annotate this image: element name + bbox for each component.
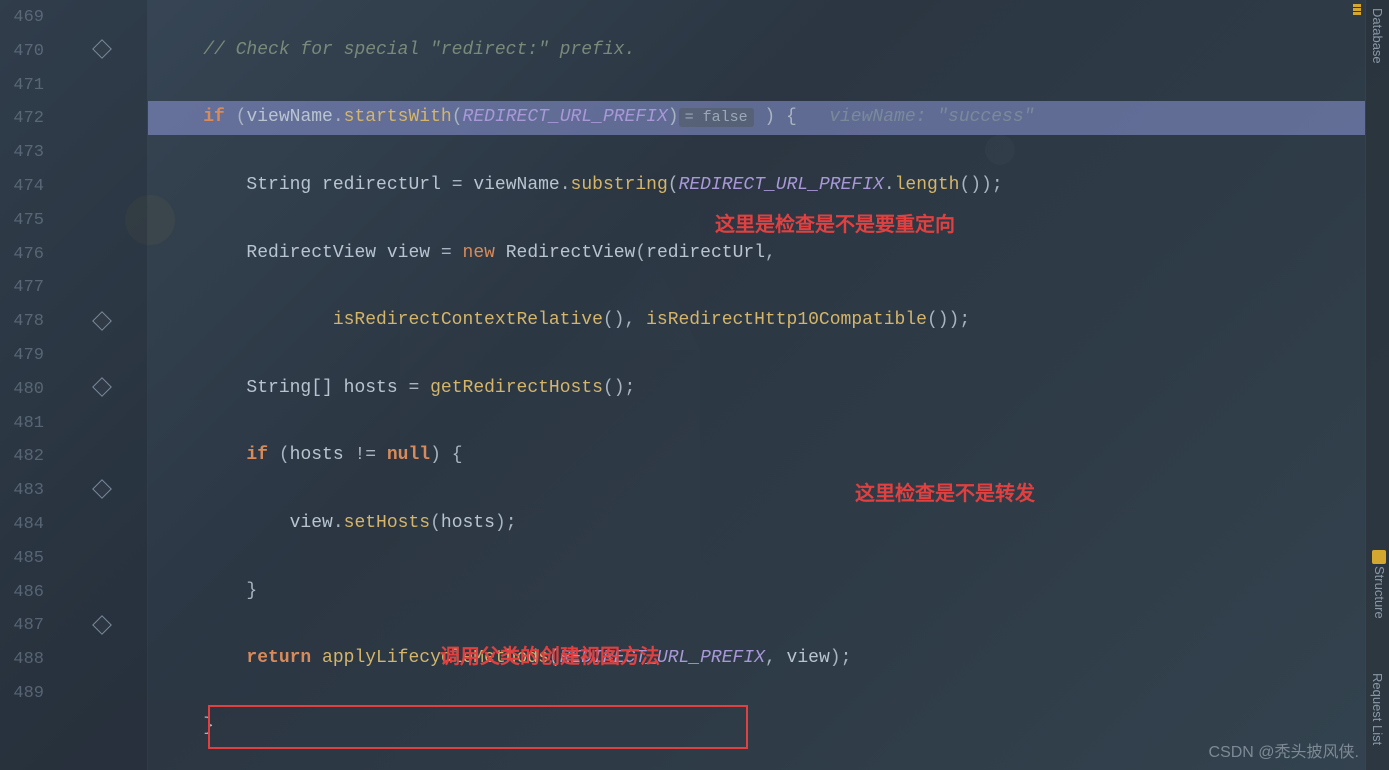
line-number: 483: [0, 474, 44, 508]
code-line: isRedirectContextRelative(), isRedirectH…: [148, 304, 1365, 338]
method: getRedirectHosts: [430, 378, 603, 398]
tab-label: Structure: [1372, 566, 1387, 619]
method: setHosts: [344, 513, 430, 533]
line-number: 488: [0, 643, 44, 677]
fold-icon[interactable]: [92, 311, 112, 331]
annotation-parent: 调用父类的创建视图方法: [440, 640, 660, 669]
keyword: return: [246, 648, 311, 668]
line-number: 478: [0, 305, 44, 339]
line-number: 487: [0, 609, 44, 643]
keyword: new: [463, 243, 495, 263]
inline-evaluation: = false: [679, 108, 754, 127]
line-number: 472: [0, 102, 44, 136]
comment: // Check for special "redirect:" prefix.: [203, 40, 635, 60]
line-number: 473: [0, 136, 44, 170]
minimap-marker: [1353, 4, 1361, 7]
line-number: 479: [0, 339, 44, 373]
fold-icon[interactable]: [92, 615, 112, 635]
variable: hosts: [344, 378, 398, 398]
line-number: 486: [0, 576, 44, 610]
variable: hosts: [441, 513, 495, 533]
method: isRedirectHttp10Compatible: [646, 310, 927, 330]
type: RedirectView: [246, 243, 376, 263]
structure-icon: [1372, 550, 1386, 564]
fold-icon[interactable]: [92, 39, 112, 59]
code-line: RedirectView view = new RedirectView(red…: [148, 237, 1365, 271]
method: length: [895, 175, 960, 195]
right-tool-sidebar: Database Structure Request List: [1365, 0, 1389, 770]
method: substring: [571, 175, 668, 195]
minimap-marker: [1353, 12, 1361, 15]
code-line: String redirectUrl = viewName.substring(…: [148, 169, 1365, 203]
line-number: 471: [0, 69, 44, 103]
variable: view: [290, 513, 333, 533]
keyword: null: [387, 445, 430, 465]
tab-request-list[interactable]: Request List: [1366, 665, 1389, 753]
type: RedirectView: [506, 243, 636, 263]
variable: hosts: [290, 445, 344, 465]
watermark: CSDN @秃头披风侠.: [1209, 738, 1359, 762]
fold-icon[interactable]: [92, 377, 112, 397]
type: String: [246, 175, 311, 195]
code-line: view.setHosts(hosts);: [148, 507, 1365, 541]
line-number: 482: [0, 440, 44, 474]
code-line: String[] hosts = getRedirectHosts();: [148, 372, 1365, 406]
method: isRedirectContextRelative: [333, 310, 603, 330]
annotation-forward: 这里检查是不是转发: [855, 477, 1035, 506]
line-numbers: 469 470 471 472 473 474 475 476 477 478 …: [0, 0, 50, 711]
tab-database[interactable]: Database: [1366, 0, 1389, 72]
variable: viewName: [246, 107, 332, 127]
keyword: if: [246, 445, 268, 465]
code-line-highlighted: if (viewName.startsWith(REDIRECT_URL_PRE…: [148, 101, 1365, 135]
line-number: 470: [0, 35, 44, 69]
line-number: 481: [0, 407, 44, 441]
code-line: return applyLifecycleMethods(REDIRECT_UR…: [148, 642, 1365, 676]
line-number: 469: [0, 1, 44, 35]
line-number: 477: [0, 271, 44, 305]
type: String[]: [246, 378, 332, 398]
line-number: 475: [0, 204, 44, 238]
line-number: 474: [0, 170, 44, 204]
code-line: // Check for special "redirect:" prefix.: [148, 34, 1365, 68]
line-number: 476: [0, 238, 44, 272]
parameter-hint: viewName: "success": [829, 107, 1034, 127]
variable: redirectUrl: [646, 243, 765, 263]
minimap-marker: [1353, 8, 1361, 11]
variable: view: [387, 243, 430, 263]
method: startsWith: [344, 107, 452, 127]
line-number: 480: [0, 373, 44, 407]
editor-gutter: 469 470 471 472 473 474 475 476 477 478 …: [0, 0, 148, 770]
fold-icon[interactable]: [92, 479, 112, 499]
tab-structure[interactable]: Structure: [1366, 540, 1389, 627]
constant: REDIRECT_URL_PREFIX: [679, 175, 884, 195]
variable: view: [787, 648, 830, 668]
minimap[interactable]: [1353, 4, 1361, 16]
variable: viewName: [473, 175, 559, 195]
keyword: if: [203, 107, 225, 127]
code-line: if (hosts != null) {: [148, 439, 1365, 473]
line-number: 485: [0, 542, 44, 576]
constant: REDIRECT_URL_PREFIX: [463, 107, 668, 127]
line-number: 489: [0, 677, 44, 711]
highlight-box: [208, 705, 748, 749]
code-editor[interactable]: // Check for special "redirect:" prefix.…: [148, 0, 1365, 770]
code-line: }: [148, 575, 1365, 609]
line-number: 484: [0, 508, 44, 542]
variable: redirectUrl: [322, 175, 441, 195]
annotation-redirect: 这里是检查是不是要重定向: [715, 208, 955, 237]
